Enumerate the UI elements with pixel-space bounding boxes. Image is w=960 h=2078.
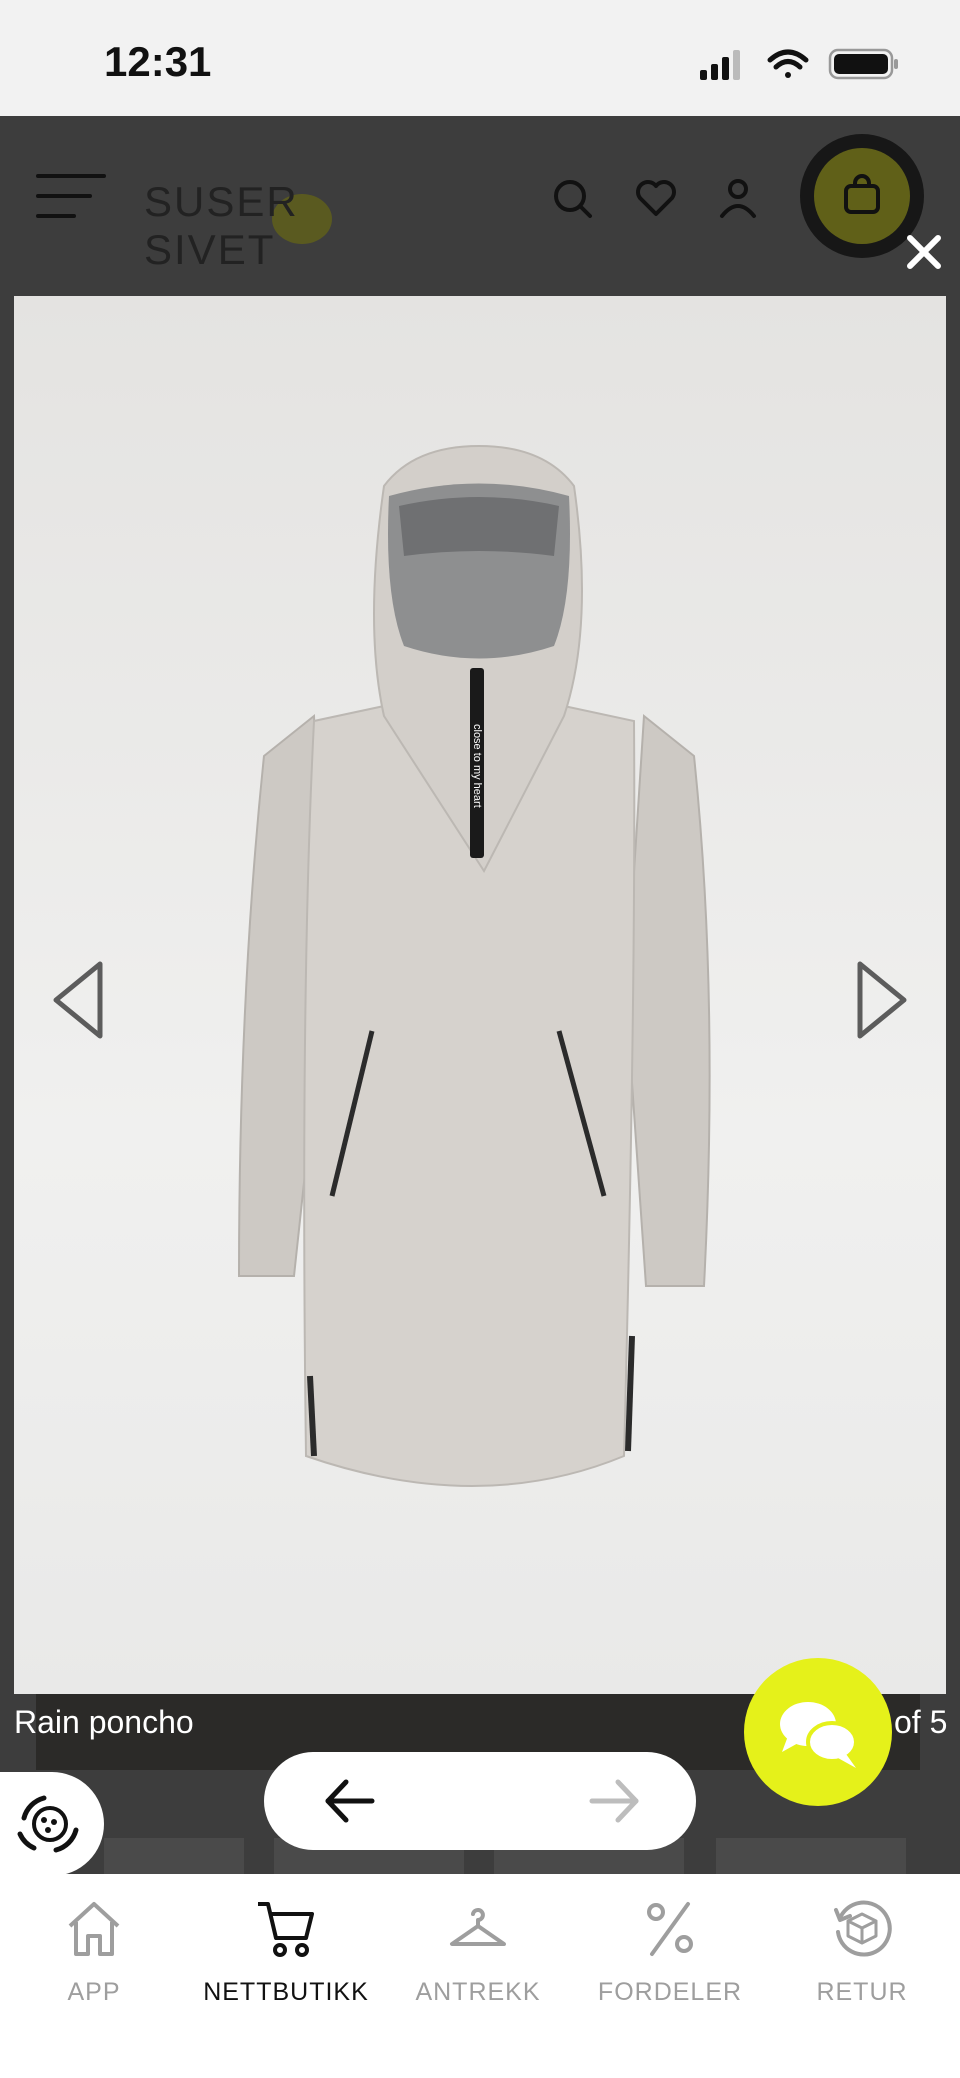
- arrow-right-icon[interactable]: [586, 1776, 642, 1826]
- status-time: 12:31: [104, 38, 212, 85]
- menu-icon[interactable]: [36, 174, 106, 220]
- browser-nav-pill: [264, 1752, 696, 1850]
- thumbnail[interactable]: [716, 1838, 906, 1874]
- tab-label: NETTBUTIKK: [203, 1978, 369, 2006]
- tab-fordeler[interactable]: FORDELER: [580, 1894, 760, 2014]
- site-logo[interactable]: SUSER SIVET: [144, 166, 394, 273]
- search-icon[interactable]: [548, 174, 596, 222]
- signal-icon: [700, 50, 740, 80]
- shopping-bag-icon: [844, 174, 880, 214]
- heart-icon[interactable]: [632, 174, 680, 222]
- image-counter: of 5: [894, 1704, 948, 1740]
- percent-icon: [647, 1902, 693, 1956]
- image-caption: Rain poncho: [14, 1704, 194, 1740]
- tab-app[interactable]: APP: [4, 1894, 184, 2014]
- accessibility-widget[interactable]: [0, 1772, 104, 1876]
- wifi-icon: [767, 49, 809, 78]
- tab-nettbutikk[interactable]: NETTBUTIKK: [196, 1894, 376, 2014]
- close-icon[interactable]: [900, 228, 948, 276]
- thumbnail[interactable]: [104, 1838, 244, 1874]
- tab-label: RETUR: [816, 1978, 908, 2006]
- previous-image-arrow[interactable]: [50, 960, 104, 1040]
- return-box-icon: [834, 1900, 892, 1957]
- status-bar: 12:31: [0, 0, 960, 116]
- user-icon[interactable]: [714, 174, 762, 222]
- arrow-left-icon[interactable]: [322, 1776, 378, 1826]
- tab-retur[interactable]: RETUR: [772, 1894, 952, 2014]
- status-icons: [700, 48, 898, 80]
- tab-label: ANTREKK: [415, 1978, 541, 2006]
- product-image-viewer: close to my heart: [14, 296, 946, 1694]
- accessibility-icon: [17, 1795, 79, 1853]
- hanger-icon: [450, 1908, 506, 1946]
- bottom-tab-bar: APP NETTBUTIKK ANTREKK FORDELER RETUR: [0, 1874, 960, 2078]
- tab-antrekk[interactable]: ANTREKK: [388, 1894, 568, 2014]
- chat-button[interactable]: [744, 1658, 892, 1806]
- battery-icon: [828, 48, 898, 80]
- next-image-arrow[interactable]: [856, 960, 910, 1040]
- tab-label: APP: [67, 1978, 121, 2006]
- chat-icon: [780, 1702, 858, 1768]
- rain-poncho-image: close to my heart: [237, 444, 711, 1487]
- tab-label: FORDELER: [597, 1978, 743, 2006]
- product-print: close to my heart: [471, 724, 483, 808]
- site-header: SUSER SIVET: [0, 116, 960, 276]
- house-icon: [68, 1902, 120, 1956]
- logo-text: SUSER SIVET: [144, 178, 299, 273]
- cart-icon: [258, 1902, 314, 1957]
